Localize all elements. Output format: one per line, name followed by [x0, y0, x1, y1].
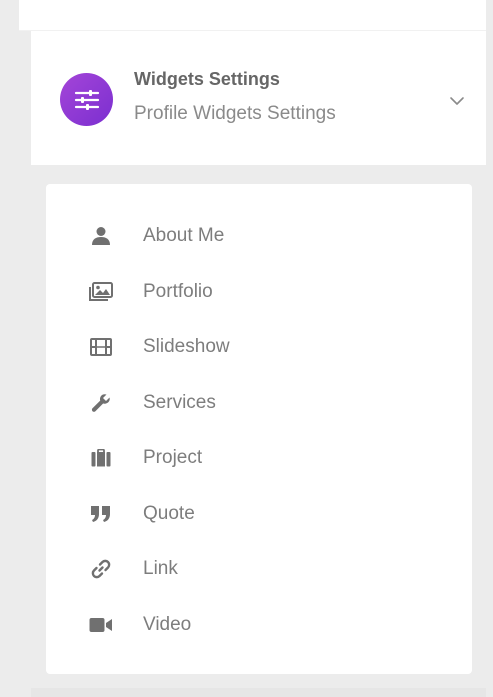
user-icon	[89, 224, 113, 248]
menu-item-label: Video	[143, 614, 192, 635]
menu-item-label: Project	[143, 447, 203, 468]
widgets-menu: About Me Portfolio Slideshow Services Pr…	[46, 184, 472, 674]
sliders-icon	[60, 73, 113, 126]
menu-item-about-me[interactable]: About Me	[46, 214, 472, 258]
menu-item-project[interactable]: Project	[46, 436, 472, 480]
header-top-strip	[19, 0, 486, 31]
video-icon	[89, 613, 113, 637]
menu-item-label: Portfolio	[143, 281, 213, 302]
wrench-icon	[89, 391, 113, 415]
quote-icon	[89, 502, 113, 526]
menu-item-label: Services	[143, 392, 216, 413]
menu-item-slideshow[interactable]: Slideshow	[46, 325, 472, 369]
menu-item-label: Quote	[143, 503, 195, 524]
briefcase-icon	[89, 446, 113, 470]
menu-item-video[interactable]: Video	[46, 603, 472, 647]
menu-item-services[interactable]: Services	[46, 381, 472, 425]
link-icon	[89, 557, 113, 581]
images-icon	[89, 280, 113, 304]
chevron-down-icon[interactable]	[449, 93, 465, 109]
header-subtitle: Profile Widgets Settings	[134, 103, 336, 124]
menu-item-label: Link	[143, 558, 178, 579]
menu-item-quote[interactable]: Quote	[46, 492, 472, 536]
widgets-settings-header[interactable]: Widgets Settings Profile Widgets Setting…	[31, 31, 486, 165]
menu-item-link[interactable]: Link	[46, 547, 472, 591]
film-icon	[89, 335, 113, 359]
menu-item-portfolio[interactable]: Portfolio	[46, 270, 472, 314]
panel-footer	[31, 688, 486, 697]
menu-item-label: Slideshow	[143, 336, 230, 357]
header-title: Widgets Settings	[134, 69, 280, 89]
menu-item-label: About Me	[143, 225, 225, 246]
